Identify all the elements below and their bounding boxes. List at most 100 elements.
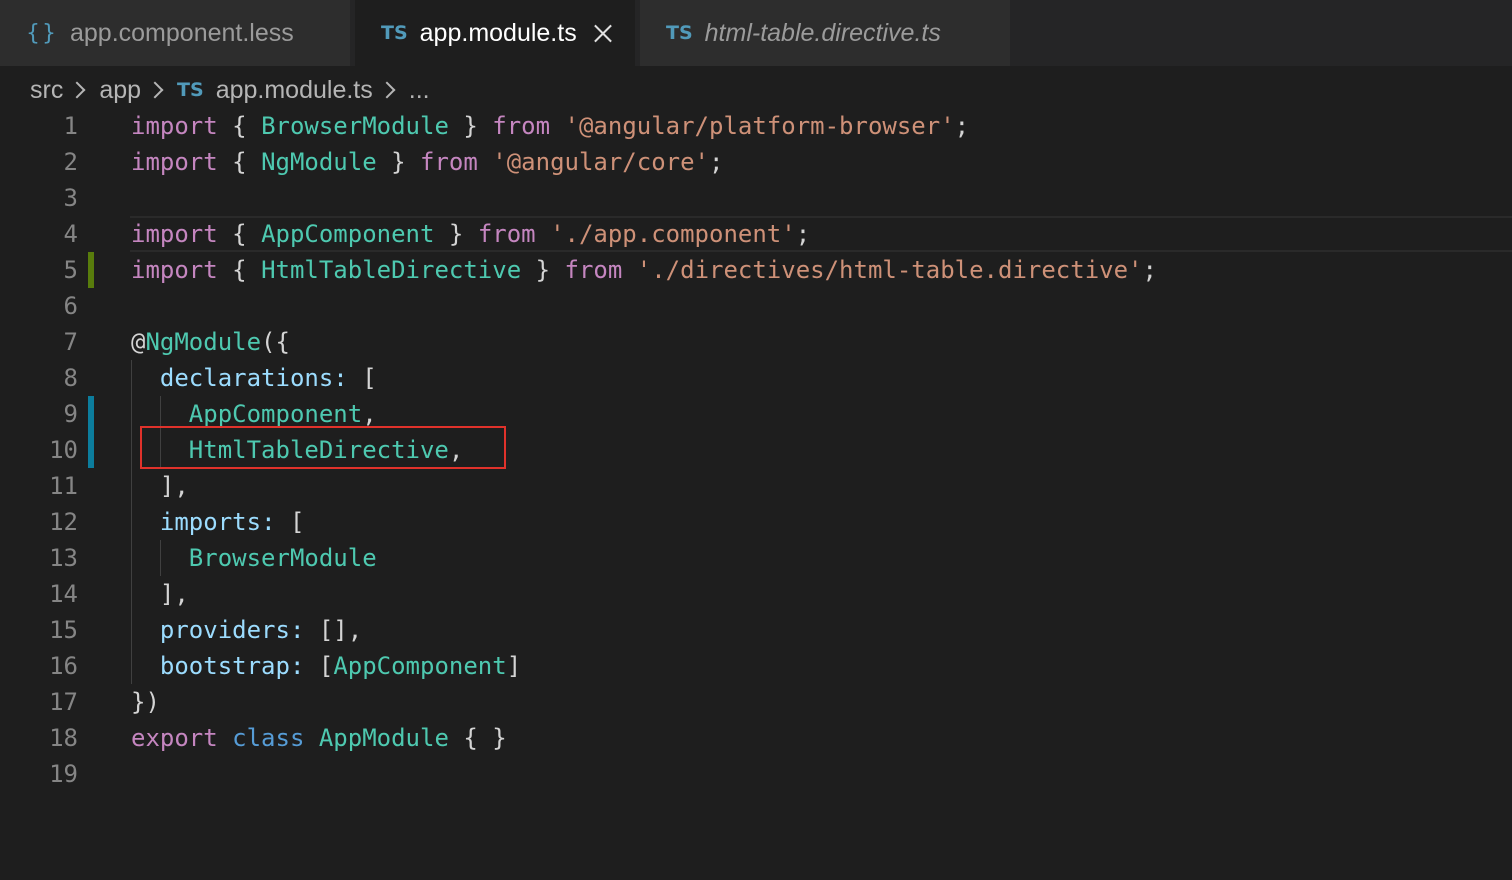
line-number: 5 xyxy=(63,256,78,284)
breadcrumb-item-symbols[interactable]: ... xyxy=(409,76,430,105)
code-token: providers xyxy=(159,616,290,644)
less-file-icon: {} xyxy=(26,20,58,46)
code-token: { xyxy=(217,220,262,248)
tab-html-table-directive-ts[interactable]: TS html-table.directive.ts xyxy=(640,0,1010,66)
code-text: }) xyxy=(131,684,160,720)
close-icon[interactable] xyxy=(593,23,613,43)
code-line[interactable]: 3 xyxy=(0,180,1512,216)
code-token: class xyxy=(232,724,305,752)
code-line[interactable]: 6 xyxy=(0,288,1512,324)
code-line[interactable]: 7 @NgModule({ xyxy=(0,324,1512,360)
tab-label: app.module.ts xyxy=(419,18,577,47)
line-number: 2 xyxy=(63,148,78,176)
code-token: AppComponent xyxy=(261,220,435,248)
code-text: ], xyxy=(131,576,189,612)
code-token: from xyxy=(477,220,536,248)
code-text: import { HtmlTableDirective } from './di… xyxy=(131,252,1157,288)
code-token: export xyxy=(131,724,218,752)
code-token: import xyxy=(131,112,218,140)
code-line[interactable]: 18 export class AppModule { } xyxy=(0,720,1512,756)
tab-app-component-less[interactable]: {} app.component.less xyxy=(0,0,350,66)
gutter-modified-indicator[interactable] xyxy=(88,396,94,432)
code-token: './directives/html-table.directive' xyxy=(636,256,1143,284)
breadcrumb-item-src[interactable]: src xyxy=(30,76,63,105)
line-number: 10 xyxy=(49,436,78,464)
code-line[interactable]: 14 ], xyxy=(0,576,1512,612)
code-line[interactable]: 19 xyxy=(0,756,1512,792)
code-token: ; xyxy=(709,148,724,176)
code-text: declarations: [ xyxy=(131,360,377,396)
code-text: bootstrap: [AppComponent] xyxy=(131,648,521,684)
tab-bar: {} app.component.less TS app.module.ts T… xyxy=(0,0,1512,66)
code-text: BrowserModule xyxy=(131,540,377,576)
chevron-right-icon xyxy=(378,81,396,99)
code-token: import xyxy=(131,220,218,248)
gutter-modified-indicator[interactable] xyxy=(88,432,94,468)
code-token: HtmlTableDirective xyxy=(261,256,522,284)
code-token: BrowserModule xyxy=(261,112,449,140)
line-number: 16 xyxy=(49,652,78,680)
code-token: AppModule xyxy=(318,724,449,752)
code-token: './app.component' xyxy=(550,220,796,248)
code-text: ], xyxy=(131,468,189,504)
code-token: { xyxy=(217,112,262,140)
code-token: }) xyxy=(131,688,160,716)
code-token: [ xyxy=(275,508,305,536)
tab-label: app.component.less xyxy=(70,18,294,47)
code-text: imports: [ xyxy=(131,504,305,540)
code-token: from xyxy=(564,256,623,284)
breadcrumb-item-app[interactable]: app xyxy=(99,76,141,105)
line-number: 8 xyxy=(63,364,78,392)
gutter-added-indicator[interactable] xyxy=(88,252,94,288)
code-token: : xyxy=(289,652,305,680)
line-number: 3 xyxy=(63,184,78,212)
code-token: ; xyxy=(954,112,970,140)
code-line[interactable]: 8 declarations: [ xyxy=(0,360,1512,396)
code-token: ; xyxy=(1142,256,1157,284)
line-number: 4 xyxy=(63,220,78,248)
code-line[interactable]: 17}) xyxy=(0,684,1512,720)
line-number: 11 xyxy=(49,472,78,500)
code-line[interactable]: 1 import { BrowserModule } from '@angular… xyxy=(0,108,1512,144)
code-token: imports xyxy=(159,508,262,536)
code-token: : xyxy=(289,616,305,644)
code-line[interactable]: 4 import { AppComponent } from './app.com… xyxy=(0,216,1512,252)
code-token: from xyxy=(492,112,551,140)
code-line[interactable]: 11 ], xyxy=(0,468,1512,504)
code-line[interactable]: 2 import { NgModule } from '@angular/core… xyxy=(0,144,1512,180)
tab-app-module-ts[interactable]: TS app.module.ts xyxy=(355,0,635,66)
line-number: 9 xyxy=(63,400,78,428)
code-token: : xyxy=(261,508,276,536)
line-number: 14 xyxy=(49,580,78,608)
line-number: 7 xyxy=(63,328,78,356)
code-token: '@angular/core' xyxy=(492,148,710,176)
code-line[interactable]: 13 BrowserModule xyxy=(0,540,1512,576)
code-token: ({ xyxy=(261,328,290,356)
code-token: declarations xyxy=(159,364,334,392)
code-line[interactable]: 5 import { HtmlTableDirective } from './d… xyxy=(0,252,1512,288)
tab-label: html-table.directive.ts xyxy=(704,18,941,47)
breadcrumb-item-file[interactable]: app.module.ts xyxy=(216,76,373,105)
code-token: } xyxy=(376,148,421,176)
code-line[interactable]: 15 providers: [], xyxy=(0,612,1512,648)
code-token: AppComponent xyxy=(188,400,363,428)
line-number: 18 xyxy=(49,724,78,752)
code-line[interactable]: 16 bootstrap: [AppComponent] xyxy=(0,648,1512,684)
code-token: bootstrap xyxy=(159,652,290,680)
code-token: import xyxy=(131,256,218,284)
typescript-file-icon: TS xyxy=(177,79,204,101)
code-token: { xyxy=(217,256,262,284)
code-token: AppComponent xyxy=(333,652,507,680)
code-line[interactable]: 12 imports: [ xyxy=(0,504,1512,540)
code-token: BrowserModule xyxy=(188,544,377,572)
